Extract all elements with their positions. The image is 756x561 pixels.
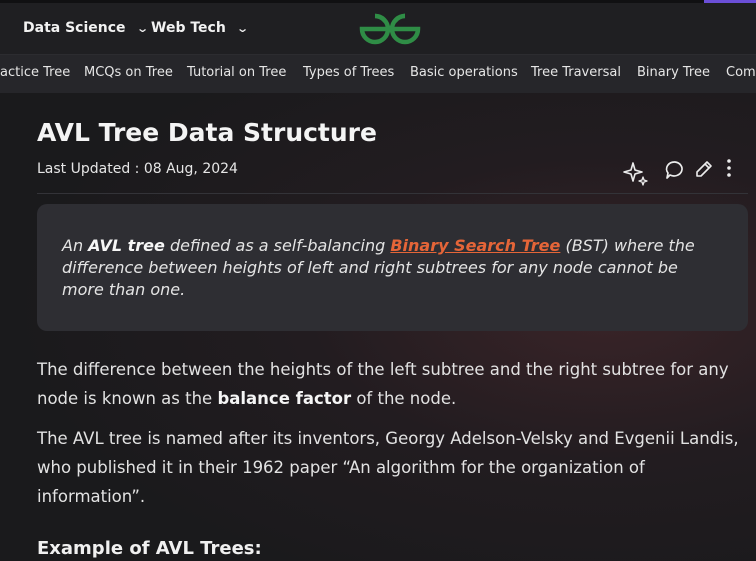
sparkle-icon[interactable] — [623, 160, 649, 186]
comment-icon[interactable] — [664, 159, 686, 181]
edit-icon[interactable] — [694, 159, 714, 179]
last-updated: Last Updated : 08 Aug, 2024 — [37, 161, 238, 177]
subnav-item[interactable]: Binary Tree — [637, 65, 710, 80]
definition-text: An AVL tree defined as a self-balancing … — [62, 235, 722, 301]
topic-subnav: actice Tree MCQs on Tree Tutorial on Tre… — [0, 55, 756, 93]
gfg-logo-icon[interactable] — [358, 12, 422, 46]
paragraph-balance-factor: The difference between the heights of th… — [37, 355, 742, 413]
paragraph-history: The AVL tree is named after its inventor… — [37, 429, 739, 506]
text-span: of the node. — [351, 389, 457, 408]
section-heading: Example of AVL Trees: — [37, 538, 262, 559]
bold-term: balance factor — [217, 389, 352, 408]
bst-link[interactable]: Binary Search Tree — [390, 236, 560, 255]
page-title: AVL Tree Data Structure — [37, 118, 377, 147]
subnav-item[interactable]: Tree Traversal — [531, 65, 621, 80]
accent-strip — [704, 0, 756, 3]
top-strip — [0, 0, 704, 3]
subnav-item[interactable]: Basic operations — [410, 65, 518, 80]
text-span: defined as a self-balancing — [164, 236, 391, 255]
more-vertical-icon[interactable] — [724, 157, 734, 179]
subnav-item[interactable]: MCQs on Tree — [84, 65, 173, 80]
bold-term: AVL tree — [88, 236, 165, 255]
subnav-item[interactable]: Types of Trees — [303, 65, 394, 80]
subnav-item[interactable]: Tutorial on Tree — [187, 65, 286, 80]
chevron-down-icon: ⌄ — [235, 21, 249, 35]
subnav-item[interactable]: Com — [726, 65, 756, 80]
subnav-item[interactable]: actice Tree — [0, 65, 70, 80]
nav-label: Web Tech — [151, 20, 226, 36]
text-span: An — [62, 236, 89, 255]
nav-data-science[interactable]: Data Science ⌄ — [23, 20, 149, 36]
nav-label: Data Science — [23, 20, 126, 36]
title-divider — [37, 193, 748, 194]
nav-web-tech[interactable]: Web Tech ⌄ — [151, 20, 249, 36]
definition-callout: An AVL tree defined as a self-balancing … — [37, 204, 748, 331]
top-navbar: Data Science ⌄ Web Tech ⌄ — [0, 0, 756, 55]
chevron-down-icon: ⌄ — [135, 21, 149, 35]
